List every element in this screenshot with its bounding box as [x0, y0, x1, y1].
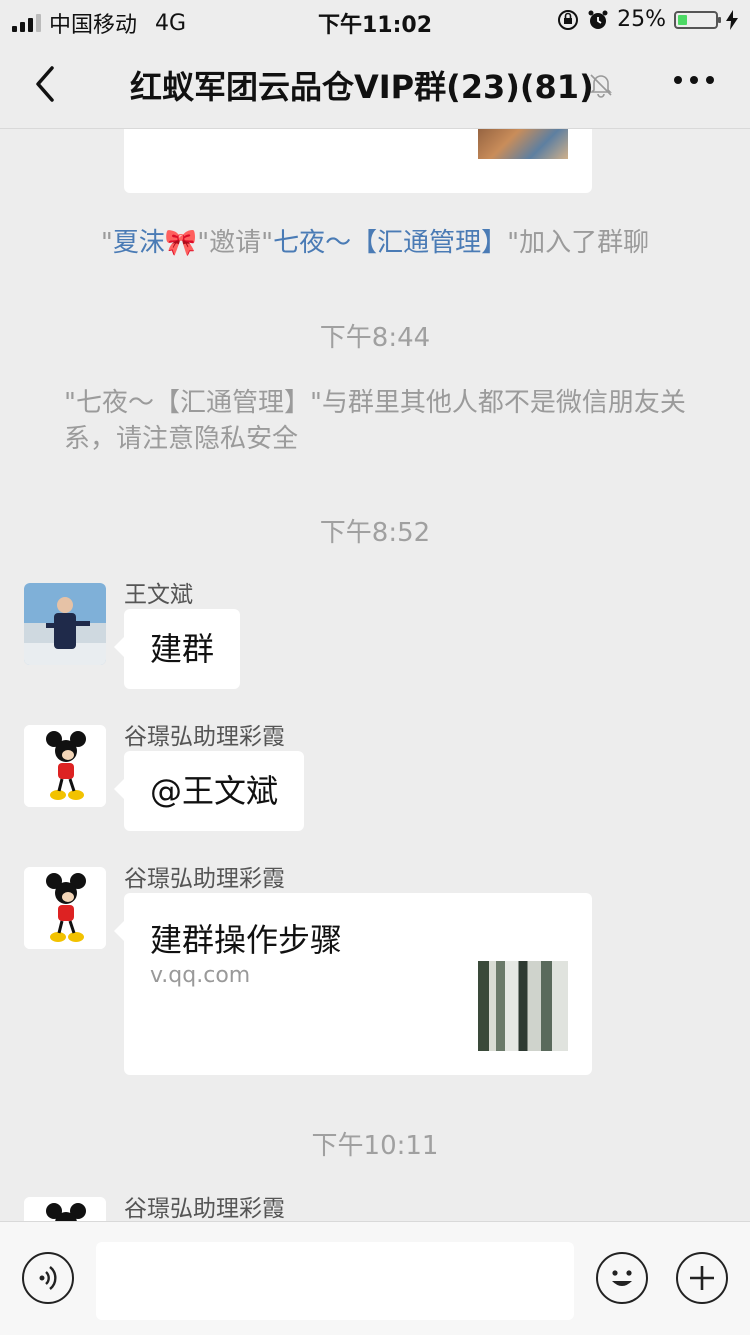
input-bar	[0, 1221, 750, 1335]
mute-bell-icon	[590, 74, 612, 98]
status-bar: 中国移动 4G 下午11:02 25%	[0, 0, 750, 40]
more-dots-icon[interactable]	[674, 76, 714, 84]
message-bubble[interactable]: 建群	[113, 609, 241, 689]
timestamp: 下午8:52	[319, 518, 431, 548]
timestamp: 下午10:11	[311, 1131, 439, 1161]
invitee-name[interactable]: 七夜～【汇通管理】	[273, 228, 507, 258]
mickey-mouse-icon	[24, 725, 106, 807]
status-right: 25%	[557, 7, 738, 32]
sender-name: 王文斌	[124, 582, 193, 608]
battery-icon	[674, 10, 721, 29]
partial-link-card[interactable]	[124, 129, 592, 193]
orientation-lock-icon	[558, 9, 579, 30]
alarm-clock-icon	[588, 10, 608, 29]
message-input[interactable]	[96, 1242, 574, 1320]
emoji-icon[interactable]	[596, 1252, 648, 1304]
privacy-notice: "七夜～【汇通管理】"与群里其他人都不是微信朋友关系，请注意隐私安全	[64, 388, 686, 454]
avatar[interactable]	[24, 583, 106, 665]
nav-bar: 红蚁军团云品仓VIP群(23)(81)	[0, 40, 750, 129]
back-chevron-icon[interactable]	[28, 62, 68, 106]
inviter-name[interactable]: 夏沫🎀	[113, 228, 197, 258]
plus-icon[interactable]	[676, 1252, 728, 1304]
avatar[interactable]	[24, 1197, 106, 1221]
join-notice-quote: "	[100, 228, 113, 258]
sender-name: 谷璟弘助理彩霞	[124, 1196, 285, 1221]
join-notice-mid: "邀请"	[197, 228, 274, 258]
message-bubble[interactable]: @王文斌	[113, 751, 305, 831]
sender-name: 谷璟弘助理彩霞	[124, 724, 285, 750]
chat-area[interactable]: "夏沫🎀"邀请"七夜～【汇通管理】"加入了群聊 下午8:44 "七夜～【汇通管理…	[0, 129, 750, 1221]
link-card[interactable]: 建群操作步骤 v.qq.com	[114, 893, 592, 1075]
join-notice: "夏沫🎀"邀请"七夜～【汇通管理】"加入了群聊	[60, 225, 690, 261]
charging-bolt-icon	[726, 9, 738, 30]
join-notice-end: "加入了群聊	[507, 228, 650, 258]
mickey-mouse-icon	[24, 867, 106, 949]
timestamp: 下午8:44	[319, 323, 431, 353]
voice-icon[interactable]	[22, 1252, 74, 1304]
link-source: v.qq.com	[150, 963, 251, 988]
avatar[interactable]	[24, 867, 106, 949]
battery-percent: 25%	[617, 7, 666, 32]
link-thumbnail	[478, 961, 568, 1051]
mickey-mouse-icon	[24, 1197, 106, 1221]
man-portrait-icon	[24, 583, 106, 665]
link-title: 建群操作步骤	[150, 921, 343, 959]
chat-title: 红蚁军团云品仓VIP群(23)(81)	[130, 68, 594, 106]
sender-name: 谷璟弘助理彩霞	[124, 866, 285, 892]
avatar[interactable]	[24, 725, 106, 807]
link-thumbnail	[478, 129, 568, 159]
